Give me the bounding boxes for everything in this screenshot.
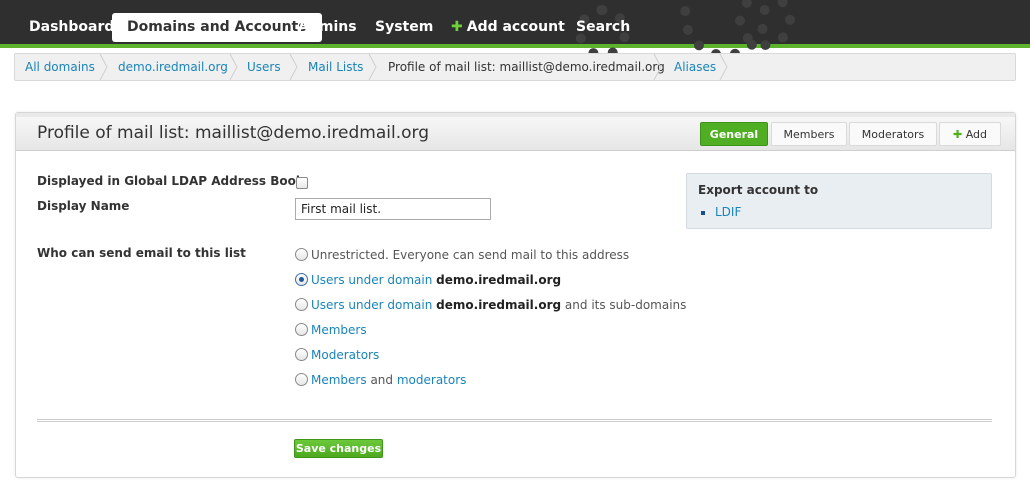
breadcrumb-current-page: Profile of mail list: maillist@demo.ired… xyxy=(388,60,665,74)
profile-panel: Profile of mail list: maillist@demo.ired… xyxy=(15,112,1016,478)
breadcrumb-users[interactable]: Users xyxy=(247,54,281,80)
breadcrumb-separator-icon xyxy=(229,54,239,80)
option-members-link[interactable]: Members xyxy=(311,323,367,337)
tab-add[interactable]: ✚ Add xyxy=(939,122,1001,146)
breadcrumb-aliases[interactable]: Aliases xyxy=(674,54,716,80)
radio-subdomain-users[interactable] xyxy=(295,298,308,311)
radio-unrestricted[interactable] xyxy=(295,248,308,261)
tab-add-label: Add xyxy=(965,128,987,141)
page-title: Profile of mail list: maillist@demo.ired… xyxy=(37,123,429,143)
option-members-and-moderators[interactable]: Members and moderators xyxy=(295,372,466,388)
option-subdomain-users-suffix: and its sub-domains xyxy=(564,298,687,312)
export-account-box: Export account to LDIF xyxy=(686,173,992,229)
form-divider xyxy=(37,419,992,422)
radio-domain-users[interactable] xyxy=(295,273,308,286)
export-ldif-link[interactable]: LDIF xyxy=(715,205,741,219)
who-can-send-label: Who can send email to this list xyxy=(37,246,246,260)
nav-add-account[interactable]: ✚ Add account xyxy=(451,12,565,42)
option-mm-moderators-link[interactable]: moderators xyxy=(397,373,467,387)
tab-general[interactable]: General xyxy=(700,122,768,146)
option-mm-and: and xyxy=(370,373,394,387)
option-domain-users-domain: demo.iredmail.org xyxy=(436,273,562,287)
nav-domains-and-accounts[interactable]: Domains and Accounts xyxy=(112,13,322,42)
nav-search[interactable]: Search xyxy=(576,12,630,42)
export-title: Export account to xyxy=(698,183,819,197)
option-mm-members-link[interactable]: Members xyxy=(311,373,367,387)
option-subdomain-users-domain: demo.iredmail.org xyxy=(436,298,562,312)
breadcrumb-all-domains[interactable]: All domains xyxy=(25,54,95,80)
export-list: LDIF xyxy=(701,205,741,219)
breadcrumb: All domains demo.iredmail.org Users Mail… xyxy=(14,53,1016,81)
nav-dashboard[interactable]: Dashboard xyxy=(29,12,114,42)
option-unrestricted-label: Unrestricted. Everyone can send mail to … xyxy=(311,248,630,262)
option-subdomain-users-link[interactable]: Users under domain xyxy=(311,298,432,312)
radio-members[interactable] xyxy=(295,323,308,336)
breadcrumb-separator-icon xyxy=(99,54,109,80)
breadcrumb-separator-icon xyxy=(653,54,663,80)
tab-moderators[interactable]: Moderators xyxy=(849,122,937,146)
option-subdomain-users[interactable]: Users under domain demo.iredmail.org and… xyxy=(295,297,686,313)
nav-admins[interactable]: Admins xyxy=(298,12,357,42)
panel-header: Profile of mail list: maillist@demo.ired… xyxy=(16,113,1015,151)
plus-icon: ✚ xyxy=(952,128,963,141)
option-moderators-link[interactable]: Moderators xyxy=(311,348,379,362)
breadcrumb-domain[interactable]: demo.iredmail.org xyxy=(118,54,228,80)
radio-moderators[interactable] xyxy=(295,348,308,361)
option-domain-users[interactable]: Users under domain demo.iredmail.org xyxy=(295,272,561,288)
radio-members-and-moderators[interactable] xyxy=(295,373,308,386)
breadcrumb-mail-lists[interactable]: Mail Lists xyxy=(308,54,363,80)
option-unrestricted[interactable]: Unrestricted. Everyone can send mail to … xyxy=(295,247,629,263)
top-nav: Dashboard Domains and Accounts Admins Sy… xyxy=(0,0,1030,60)
display-name-label: Display Name xyxy=(37,199,130,213)
breadcrumb-separator-icon xyxy=(368,54,378,80)
display-name-input[interactable] xyxy=(295,198,491,220)
global-ldap-checkbox[interactable] xyxy=(296,177,308,189)
tab-members[interactable]: Members xyxy=(771,122,847,146)
breadcrumb-separator-icon xyxy=(289,54,299,80)
save-changes-button[interactable]: Save changes xyxy=(294,439,383,458)
bullet-icon xyxy=(701,210,705,215)
nav-system[interactable]: System xyxy=(375,12,433,42)
breadcrumb-separator-icon xyxy=(719,54,729,80)
plus-icon: ✚ xyxy=(451,19,463,35)
global-ldap-label: Displayed in Global LDAP Address Book xyxy=(37,174,304,188)
nav-add-account-label: Add account xyxy=(466,19,565,35)
option-moderators[interactable]: Moderators xyxy=(295,347,379,363)
option-members[interactable]: Members xyxy=(295,322,367,338)
option-domain-users-link[interactable]: Users under domain xyxy=(311,273,432,287)
